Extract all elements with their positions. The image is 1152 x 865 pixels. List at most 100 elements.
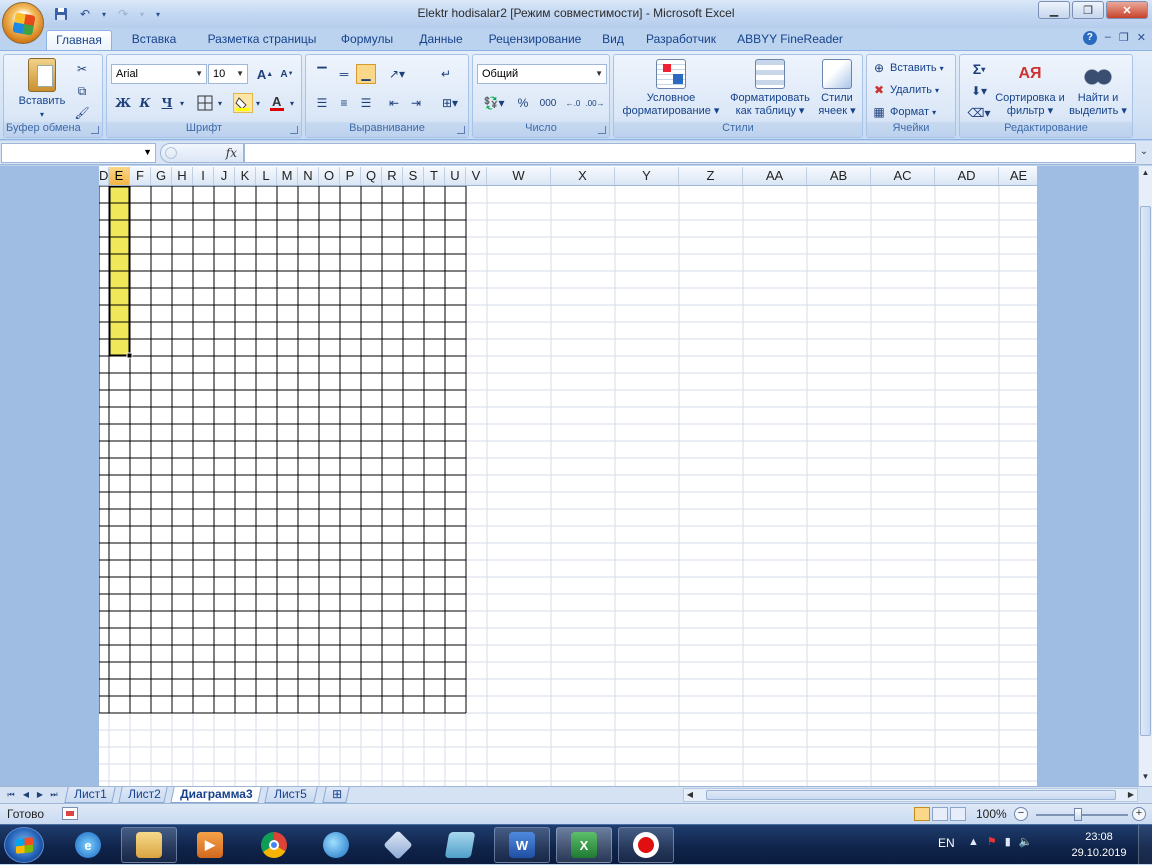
column-header[interactable]: M: [277, 167, 298, 185]
column-header[interactable]: D: [99, 167, 109, 185]
underline-button[interactable]: Ч: [157, 93, 177, 113]
decrease-indent-icon[interactable]: ⇤: [384, 93, 404, 113]
formula-input[interactable]: [244, 143, 1136, 163]
restore-button[interactable]: ❐: [1072, 1, 1104, 19]
sheet-tab-4[interactable]: Лист5: [264, 787, 318, 803]
column-header[interactable]: I: [193, 167, 214, 185]
column-header[interactable]: F: [130, 167, 151, 185]
merge-center-icon[interactable]: ⊞▾: [436, 93, 464, 113]
font-color-button[interactable]: A: [267, 93, 287, 113]
underline-dropdown-icon[interactable]: ▾: [177, 93, 187, 113]
show-desktop-button[interactable]: [1138, 825, 1152, 865]
fill-handle[interactable]: [126, 352, 133, 359]
page-layout-view-icon[interactable]: [932, 807, 948, 821]
align-left-icon[interactable]: ☰: [312, 93, 332, 113]
network-error-icon[interactable]: ⚑: [987, 835, 997, 848]
cell-grid[interactable]: [99, 186, 1037, 786]
minimize-button[interactable]: ▁: [1038, 1, 1070, 19]
column-header[interactable]: AD: [935, 167, 999, 185]
tab-4[interactable]: Формулы: [328, 30, 406, 50]
macro-record-icon[interactable]: [62, 807, 78, 820]
column-header[interactable]: N: [298, 167, 319, 185]
prev-sheet-icon[interactable]: ◀: [20, 789, 32, 801]
column-header[interactable]: W: [487, 167, 551, 185]
sheet-tab-2[interactable]: Лист2: [118, 787, 168, 803]
close-button[interactable]: ✕: [1106, 1, 1148, 19]
tab-5[interactable]: Данные: [406, 30, 476, 50]
zoom-level[interactable]: 100%: [976, 807, 1007, 821]
last-sheet-icon[interactable]: ⏭: [48, 789, 60, 801]
find-select-button[interactable]: Найти и выделить ▾: [1066, 59, 1130, 118]
column-header[interactable]: P: [340, 167, 361, 185]
next-sheet-icon[interactable]: ▶: [34, 789, 46, 801]
tab-9[interactable]: ABBYY FineReader 11: [730, 30, 850, 64]
zoom-slider-thumb[interactable]: [1074, 808, 1082, 821]
copy-icon[interactable]: ⧉: [72, 81, 92, 101]
zoom-slider-track[interactable]: [1036, 814, 1128, 816]
conditional-formatting-button[interactable]: Условное форматирование ▾: [618, 59, 724, 118]
cut-icon[interactable]: ✂: [72, 59, 92, 79]
increase-indent-icon[interactable]: ⇥: [406, 93, 426, 113]
fill-color-dropdown-icon[interactable]: ▾: [253, 93, 263, 113]
format-cells-button[interactable]: ▦ Формат ▾: [871, 103, 936, 121]
ribbon-close-icon[interactable]: ✕: [1137, 31, 1146, 45]
language-indicator[interactable]: EN: [938, 836, 955, 850]
volume-icon[interactable]: 🔈: [1019, 835, 1033, 848]
align-middle-icon[interactable]: ═: [334, 64, 354, 84]
column-header[interactable]: L: [256, 167, 277, 185]
borders-dropdown-icon[interactable]: ▾: [215, 93, 225, 113]
scroll-up-icon[interactable]: ▲: [1139, 166, 1152, 180]
number-launcher-icon[interactable]: [598, 126, 606, 134]
taskbar-ie[interactable]: e: [60, 827, 116, 863]
italic-button[interactable]: К: [135, 93, 155, 113]
wrap-text-icon[interactable]: ↵: [436, 64, 456, 84]
cell-styles-button[interactable]: Стили ячеек ▾: [814, 59, 860, 118]
taskbar-excel[interactable]: X: [556, 827, 612, 863]
tray-expand-icon[interactable]: ▲: [968, 836, 979, 848]
column-header[interactable]: AC: [871, 167, 935, 185]
tab-3[interactable]: Разметка страницы: [196, 30, 328, 50]
zoom-out-icon[interactable]: −: [1014, 807, 1028, 821]
format-as-table-button[interactable]: Форматировать как таблицу ▾: [724, 59, 816, 118]
sheet-tab-3[interactable]: Диаграмма3: [170, 787, 262, 803]
column-header[interactable]: H: [172, 167, 193, 185]
sort-filter-button[interactable]: АЯ Сортировка и фильтр ▾: [994, 59, 1066, 118]
grow-font-button[interactable]: A ▲: [255, 64, 275, 84]
column-header[interactable]: AA: [743, 167, 807, 185]
column-header[interactable]: V: [466, 167, 487, 185]
scroll-down-icon[interactable]: ▼: [1139, 770, 1152, 784]
taskbar-chrome[interactable]: [246, 827, 302, 863]
taskbar-recorder[interactable]: [618, 827, 674, 863]
horizontal-scroll-thumb[interactable]: [706, 790, 1116, 800]
column-header[interactable]: X: [551, 167, 615, 185]
clipboard-launcher-icon[interactable]: [91, 126, 99, 134]
column-header[interactable]: K: [235, 167, 256, 185]
comma-style-button[interactable]: 000: [535, 93, 561, 113]
zoom-in-icon[interactable]: +: [1132, 807, 1146, 821]
bold-button[interactable]: Ж: [113, 93, 133, 113]
align-bottom-icon[interactable]: ▁: [356, 64, 376, 84]
expand-formula-bar-icon[interactable]: ⌄: [1138, 143, 1150, 163]
paste-button[interactable]: Вставить ▾: [10, 58, 74, 121]
column-header[interactable]: Z: [679, 167, 743, 185]
page-break-view-icon[interactable]: [950, 807, 966, 821]
scroll-right-icon[interactable]: ▶: [1125, 789, 1137, 801]
column-header[interactable]: AE: [999, 167, 1037, 185]
font-name-combo[interactable]: Arial ▼: [111, 64, 207, 84]
tab-2[interactable]: Вставка: [112, 30, 196, 50]
clear-icon[interactable]: ⌫▾: [964, 103, 994, 123]
alignment-launcher-icon[interactable]: [457, 126, 465, 134]
chevron-down-icon[interactable]: ▼: [143, 147, 152, 157]
shrink-font-button[interactable]: A ▼: [277, 64, 297, 84]
tab-8[interactable]: Разработчик: [632, 30, 730, 50]
taskbar-virtualbox[interactable]: [370, 827, 426, 863]
taskbar-globe[interactable]: [308, 827, 364, 863]
fill-icon[interactable]: ⬇▾: [964, 81, 994, 101]
column-header[interactable]: G: [151, 167, 172, 185]
decrease-decimal-icon[interactable]: .00→: [585, 93, 605, 113]
ribbon-minimize-icon[interactable]: –: [1105, 31, 1111, 45]
column-header[interactable]: R: [382, 167, 403, 185]
orientation-icon[interactable]: ↗▾: [382, 64, 412, 84]
office-button[interactable]: [2, 2, 44, 44]
align-top-icon[interactable]: ▔: [312, 64, 332, 84]
